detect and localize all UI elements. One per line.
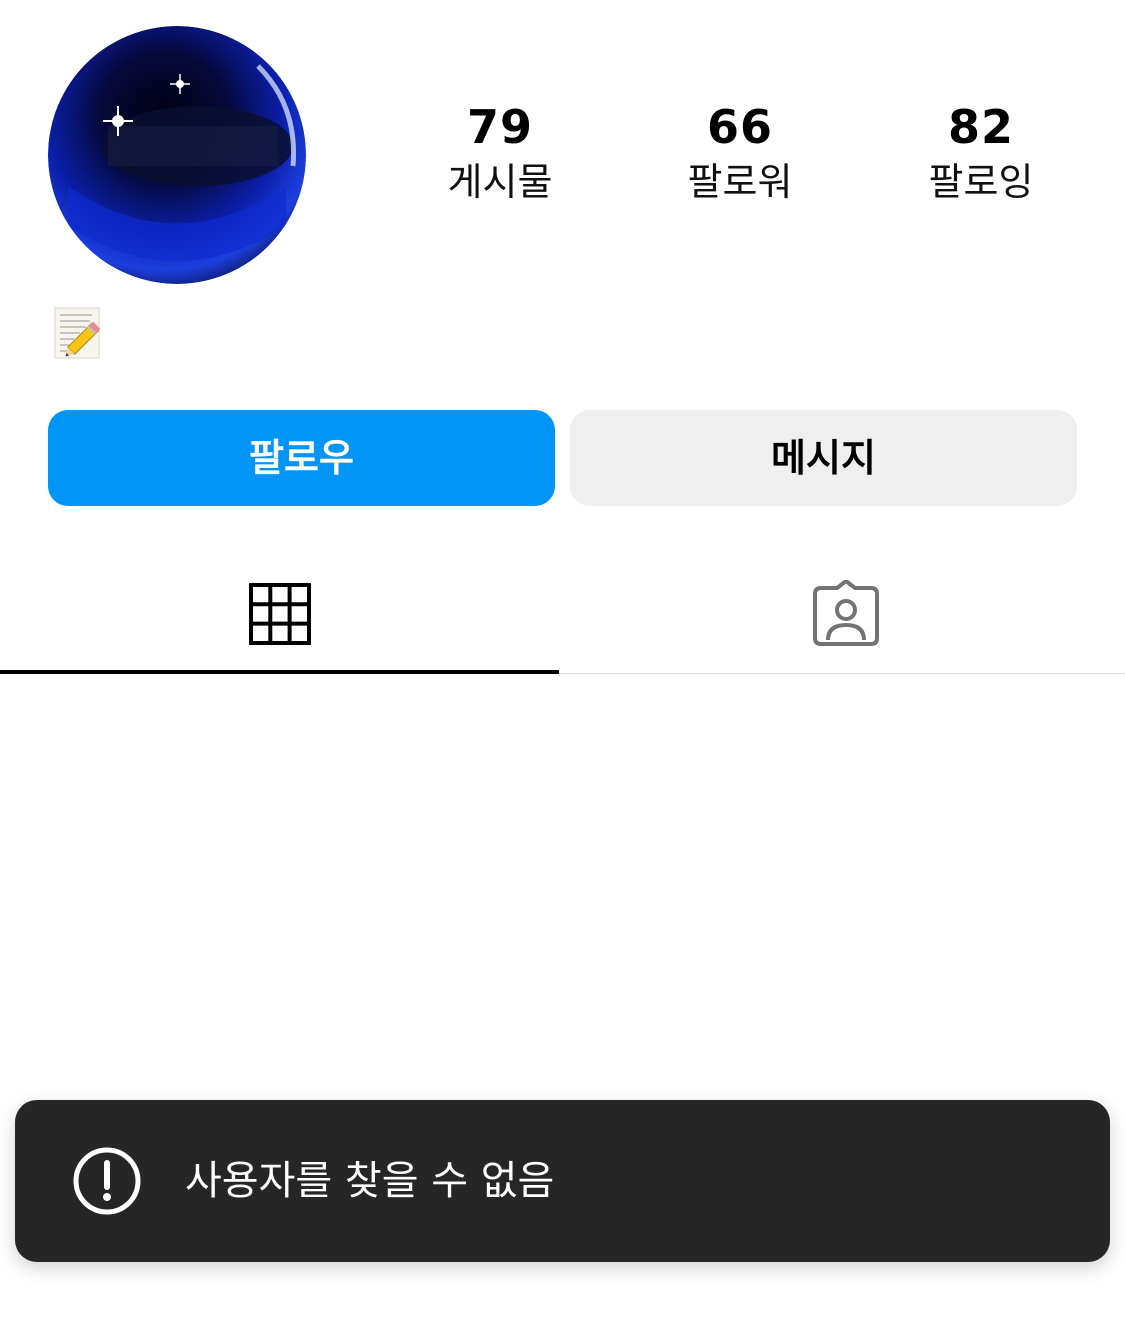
profile-avatar[interactable] <box>48 26 306 284</box>
posts-stat: 79 게시물 <box>390 96 610 206</box>
following-stat[interactable]: 82 팔로잉 <box>871 96 1091 206</box>
message-button[interactable]: 메시지 <box>570 410 1077 506</box>
tab-posts-grid[interactable] <box>0 560 559 672</box>
grid-icon <box>248 583 311 649</box>
followers-count[interactable]: 66 <box>630 96 850 158</box>
follow-button[interactable]: 팔로우 <box>48 410 555 506</box>
tagged-person-icon <box>811 579 881 652</box>
followers-stat[interactable]: 66 팔로워 <box>630 96 850 206</box>
toast-message: 사용자를 찾을 수 없음 <box>185 1158 555 1204</box>
following-count[interactable]: 82 <box>871 96 1091 158</box>
followers-label[interactable]: 팔로워 <box>630 158 850 206</box>
tab-tagged[interactable] <box>566 560 1125 672</box>
error-toast: 사용자를 찾을 수 없음 <box>15 1100 1110 1262</box>
active-tab-indicator <box>0 670 559 674</box>
memo-icon <box>54 306 104 360</box>
following-label[interactable]: 팔로잉 <box>871 158 1091 206</box>
posts-label: 게시물 <box>447 160 553 204</box>
posts-count: 79 <box>466 100 533 154</box>
alert-circle-icon <box>73 1147 141 1215</box>
